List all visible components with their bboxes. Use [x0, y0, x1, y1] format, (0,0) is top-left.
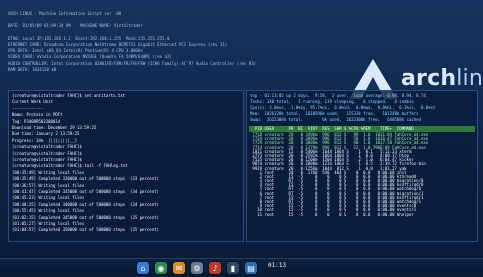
text-line: Due time: January 2 13:59:25 — [12, 131, 80, 137]
text-line: ------------- — [12, 105, 44, 111]
text-line: ETH0: Local IP:192.168.1.2 Bcast:192.168… — [8, 35, 170, 41]
text-line: ARCH LINUX - Machine Information Script … — [8, 11, 122, 16]
text-line: Swap: 2622308k total, 0k used, 2622308k … — [250, 117, 421, 122]
text-line: [creature@vistaltrader FAHC]$ — [12, 157, 82, 162]
home-icon[interactable]: ⌂ — [137, 262, 149, 274]
desktop: ARCH LINUX - Machine Information Script … — [0, 0, 483, 277]
text-line: [00:41:47] Completed 335000 out of 50000… — [12, 189, 159, 194]
text-line: Mem: 1026128k total, 1010596k used, 1553… — [250, 111, 419, 116]
text-line: RAM DATA: 1024128 kB — [8, 66, 57, 72]
process-columns: PID USER PR NI VIRT RES SHR S %CPU %MEM … — [250, 126, 414, 131]
text-line: [creature@vistaltrader FAHC]$ set antita… — [12, 93, 126, 98]
terminal-icon[interactable]: ▮ — [227, 262, 239, 274]
text-line: CPU DATA: Intel x86_64 Intel(R) Pentium(… — [8, 48, 143, 54]
text-line: Cpu(s): 3.0%us, 1.0%sy, 95.7%ni, 0.0%id,… — [250, 105, 436, 110]
text-line: Current Work Unit — [12, 99, 53, 105]
terminal-window-left[interactable]: [creature@vistaltrader FAHC]$ set antita… — [8, 90, 244, 242]
text-line: Name: Protein in PDFt — [12, 112, 63, 118]
text-line: [01:05:27] Writing local files — [12, 221, 85, 226]
text-line: AUDIO CONTROLLER: Intel Corporation 8280… — [8, 60, 257, 66]
terminal-window-top[interactable]: top - 01:13:05 up 2 days, 9:58, 2 user, … — [246, 90, 478, 242]
text-line: [00:35:49] Writing local files — [12, 169, 85, 175]
text-line: Tag: P3409R503208814 — [12, 118, 61, 124]
settings-icon[interactable]: ⚙ — [191, 262, 203, 274]
text-line: [creature@vistaltrader FAHC]$ — [12, 150, 82, 156]
text-line: [00:55:45] Writing local files — [12, 208, 85, 214]
arch-logo-text: archlinux — [401, 66, 483, 91]
arch-logo-word-light: linux — [456, 66, 483, 91]
text-line: [00:36:57] Writing local files — [12, 182, 85, 188]
taskbar: ⌂ ◉ ✉ ⚙ ♪ ▮ ▤ 01:13 — [0, 258, 483, 277]
clock: 01:13 — [268, 262, 287, 269]
media-icon[interactable]: ♪ — [209, 262, 221, 274]
browser-icon[interactable]: ◉ — [155, 262, 167, 274]
text-line: top - 01:13:05 up 2 days, 9:58, 2 user, … — [250, 93, 426, 98]
text-line: [creature@vistaltrader FAHC]$ tail -f FA… — [12, 163, 128, 169]
text-line: [00:48:25] Completed 340000 out of 50000… — [12, 201, 159, 207]
text-line: [01:02:15] Completed 345000 out of 50000… — [12, 214, 159, 220]
machine-info-panel: ARCH LINUX - Machine Information Script … — [8, 11, 308, 82]
process-row-text: 11 root 15 -5 0 0 0 S 0 0.0 0:00.00 khel… — [250, 211, 414, 217]
text-line: ETHERNET CARD: Broadcom Corporation NetX… — [8, 42, 228, 47]
table-row[interactable]: 11 root 15 -5 0 0 0 S 0 0.0 0:00.00 khel… — [249, 211, 475, 217]
text-line: [00:35:49] Completed 330000 out of 50000… — [12, 176, 159, 182]
text-line: Tasks: 140 total, 1 running, 139 sleepin… — [250, 99, 414, 104]
dock: ⌂ ◉ ✉ ⚙ ♪ ▮ ▤ — [137, 261, 347, 275]
text-line: DATE: 01/05/09 01:09:34 AM MACHINE NAME:… — [8, 23, 143, 29]
text-line: [01:04:57] Completed 350000 out of 50000… — [12, 227, 159, 233]
text-line: [creature@vistaltrader FAHC]$ — [12, 144, 82, 150]
files-icon[interactable]: ▤ — [245, 262, 257, 274]
text-line: VIDEO CARD: nVidia Corporation NV43GL [Q… — [8, 54, 172, 60]
chat-icon[interactable]: ✉ — [173, 262, 185, 274]
text-line: Progress: 34% [||||||||__] — [12, 137, 78, 143]
arch-logo-word-bold: arch — [401, 66, 457, 91]
text-line: Download time: December 29 13:59:25 — [12, 125, 97, 130]
process-table: 7718 creature 20 0 3496m 996 812 S 99 1.… — [249, 132, 475, 217]
text-line: [00:45:23] Writing local files — [12, 195, 85, 201]
